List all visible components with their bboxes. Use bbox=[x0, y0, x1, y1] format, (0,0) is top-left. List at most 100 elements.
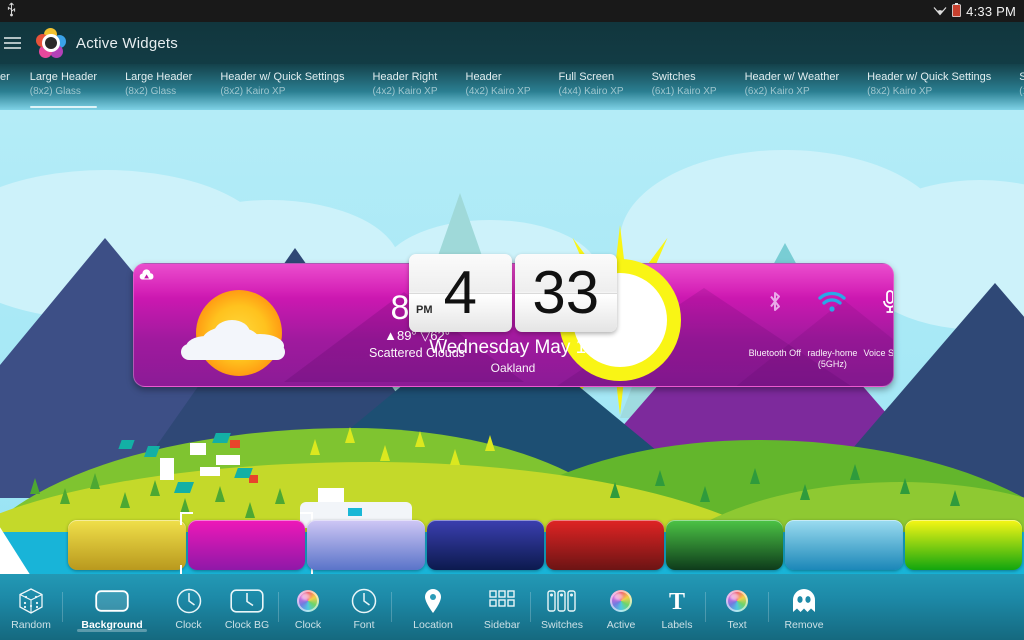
widget-tab[interactable]: Full Screen (4x4) Kairo XP bbox=[545, 70, 638, 110]
widget-tab[interactable]: Header (4x2) Kairo XP bbox=[452, 70, 545, 110]
color-swatch-lavender[interactable] bbox=[307, 520, 425, 570]
battery-icon bbox=[952, 2, 962, 20]
widget-tab[interactable]: Switches (6x1) Kairo XP bbox=[638, 70, 731, 110]
widget-tab[interactable]: Header Right (4x2) Kairo XP bbox=[358, 70, 451, 110]
toolbar-item-label: Location bbox=[413, 618, 453, 631]
clock-hour: 4 bbox=[443, 259, 477, 326]
toolbar-item-text[interactable]: Text bbox=[706, 584, 768, 631]
widget-tab[interactable]: Large Header (8x2) Glass bbox=[111, 70, 206, 110]
hamburger-menu-icon[interactable] bbox=[4, 32, 26, 54]
toolbar-item-label: Switches bbox=[540, 618, 583, 631]
grid-icon bbox=[474, 584, 530, 618]
village-shape bbox=[230, 440, 240, 448]
clock-hour-card: PM 4 bbox=[409, 254, 512, 332]
color-swatch-sky-blue[interactable] bbox=[785, 520, 903, 570]
app-logo-icon bbox=[36, 28, 66, 58]
toolbar-item-font[interactable]: Font bbox=[337, 584, 391, 631]
toolbar-item-label: Remove bbox=[784, 618, 824, 631]
widget-tab-title: Switches bbox=[651, 71, 696, 83]
clock-circle-icon bbox=[161, 584, 216, 618]
color-swatch-gold[interactable] bbox=[68, 520, 186, 570]
svg-text:T: T bbox=[669, 589, 685, 613]
flip-clock[interactable]: PM 4 33 bbox=[409, 254, 617, 332]
color-swatch-row[interactable] bbox=[0, 512, 1024, 578]
toolbar-item-label: Sidebar bbox=[483, 618, 521, 631]
village-shape bbox=[216, 455, 240, 465]
widget-tab-meta: (6x1) Kairo XP bbox=[651, 86, 717, 97]
clock-date-block: Wednesday May 14 Oakland bbox=[380, 336, 646, 376]
widget-tab-title: Header w/ Quick Settings bbox=[867, 71, 992, 83]
app-bar: Active Widgets bbox=[0, 22, 1024, 64]
widget-tab-meta: (4x4) Kairo XP bbox=[558, 86, 624, 97]
rounded-rect-icon bbox=[63, 584, 161, 618]
toolbar-item-background[interactable]: Background bbox=[63, 584, 161, 632]
widget-switch-microphone[interactable]: Voice Search bbox=[861, 278, 894, 386]
toolbar-item-random[interactable]: Random bbox=[0, 584, 62, 631]
color-swatch-green[interactable] bbox=[665, 520, 783, 570]
widget-tab[interactable]: Header w/ Weather (6x2) Kairo XP bbox=[731, 70, 854, 110]
toolbar-item-remove[interactable]: Remove bbox=[769, 584, 839, 631]
sun-behind-cloud-icon bbox=[180, 286, 300, 378]
cloud-alert-icon bbox=[139, 268, 155, 284]
toolbar-item-labels[interactable]: T Labels bbox=[649, 584, 705, 631]
widget-tab-title: Full Screen bbox=[558, 71, 615, 83]
tree-cluster bbox=[290, 420, 570, 480]
bottom-toolbar[interactable]: Random Background Clock Clock BG Clock Font Lo… bbox=[0, 574, 1024, 640]
widget-tab[interactable]: Large Header (8x2) Glass bbox=[16, 70, 111, 110]
widget-tab-meta: (4x2) Kairo XP bbox=[372, 86, 438, 97]
widget-tab[interactable]: Header w/ Quick Settings (8x2) Kairo XP bbox=[206, 70, 358, 110]
text-t-icon: T bbox=[649, 584, 705, 618]
widget-tab-meta: (6x2) Kairo XP bbox=[744, 86, 810, 97]
page-title: Active Widgets bbox=[76, 34, 178, 52]
clock-ampm: PM bbox=[416, 304, 433, 316]
widget-switch-label: Voice Search bbox=[863, 348, 894, 358]
toolbar-item-clock[interactable]: Clock bbox=[279, 584, 337, 631]
dice-icon bbox=[0, 584, 62, 618]
status-clock: 4:33 PM bbox=[966, 3, 1016, 19]
toolbar-item-label: Background bbox=[81, 618, 143, 631]
tree-cluster bbox=[600, 455, 1000, 515]
toolbar-item-label: Font bbox=[353, 618, 375, 631]
toolbar-item-active[interactable]: Active bbox=[593, 584, 649, 631]
switches-icon bbox=[531, 584, 593, 618]
clock-date: Wednesday May 14 bbox=[429, 337, 597, 358]
bluetooth-icon bbox=[746, 278, 804, 326]
color-swatch-magenta[interactable] bbox=[179, 512, 313, 578]
widget-tab-meta: (1x2) Glass bbox=[1019, 86, 1024, 97]
color-wheel-icon bbox=[706, 584, 768, 618]
widget-tab[interactable]: er bbox=[0, 70, 16, 110]
toolbar-item-sidebar[interactable]: Sidebar bbox=[474, 584, 530, 631]
toolbar-item-clock-bg[interactable]: Clock BG bbox=[216, 584, 278, 631]
widget-switch-bluetooth[interactable]: Bluetooth Off bbox=[746, 278, 804, 386]
widget-tab-meta: (8x2) Glass bbox=[29, 86, 81, 97]
toolbar-item-label: Labels bbox=[661, 618, 693, 631]
widget-tab-strip[interactable]: er Large Header (8x2) Glass Large Header (8x… bbox=[0, 64, 1024, 110]
toolbar-item-label: Random bbox=[11, 618, 51, 631]
color-swatch-yellow-green[interactable] bbox=[904, 520, 1022, 570]
widget-switch-row[interactable]: Bluetooth Off radley-home(5GHz) Voice Sear… bbox=[746, 278, 894, 386]
color-swatch-navy[interactable] bbox=[426, 520, 544, 570]
clock-minute: 33 bbox=[532, 259, 600, 326]
ghost-icon bbox=[769, 584, 839, 618]
widget-tab-meta: (4x2) Kairo XP bbox=[465, 86, 531, 97]
toolbar-item-clock[interactable]: Clock bbox=[161, 584, 216, 631]
widget-tab[interactable]: Header w/ Quick Settings (8x2) Kairo XP bbox=[853, 70, 1005, 110]
widget-tab-title: Header w/ Quick Settings bbox=[220, 71, 345, 83]
color-swatch-red[interactable] bbox=[546, 520, 664, 570]
clock-location: Oakland bbox=[490, 361, 536, 375]
color-wheel-icon bbox=[593, 584, 649, 618]
widget-switch-wifi[interactable]: radley-home (5GHz) bbox=[804, 278, 862, 386]
toolbar-item-label: Active bbox=[606, 618, 636, 631]
widget-tab-title: Header w/ Weather bbox=[744, 71, 840, 83]
widget-tab[interactable]: Switches (1x2) Glass bbox=[1005, 70, 1024, 110]
toolbar-item-location[interactable]: Location bbox=[392, 584, 474, 631]
clock-minute-card: 33 bbox=[514, 254, 617, 332]
clock-circle-icon bbox=[337, 584, 391, 618]
widget-tab-meta: (8x2) Glass bbox=[125, 86, 177, 97]
toolbar-item-label: Clock bbox=[294, 618, 322, 631]
screen: 4:33 PM Active Widgets er Large Header (8x… bbox=[0, 0, 1024, 640]
toolbar-item-switches[interactable]: Switches bbox=[531, 584, 593, 631]
widget-switch-label: radley-home (5GHz) bbox=[807, 348, 858, 369]
widget-switch-label: Bluetooth Off bbox=[748, 348, 801, 358]
clock-rect-icon bbox=[216, 584, 278, 618]
